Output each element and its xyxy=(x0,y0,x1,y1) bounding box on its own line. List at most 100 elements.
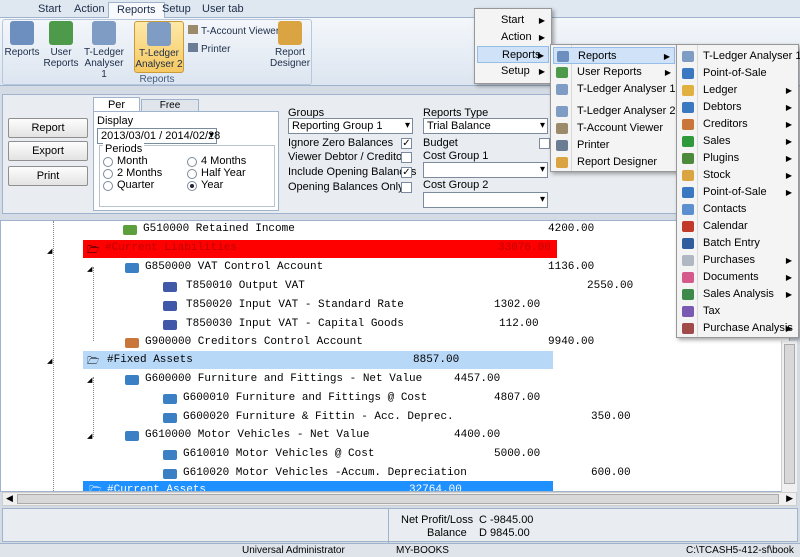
menu-item-stock[interactable]: Stock ▶ xyxy=(679,167,796,184)
scroll-thumb[interactable] xyxy=(17,494,779,504)
menu-item-designer[interactable]: Report Designer xyxy=(553,154,675,171)
printer-button[interactable]: Printer xyxy=(188,43,230,55)
group-node-icon xyxy=(163,469,177,479)
collapse-icon[interactable]: ◢ xyxy=(47,247,52,255)
report-row[interactable]: T850030 Input VAT - Capital Goods xyxy=(186,316,404,333)
menu-item-plugins[interactable]: Plugins ▶ xyxy=(679,150,796,167)
tab-start[interactable]: Start xyxy=(30,2,69,18)
radio-quarter[interactable] xyxy=(103,181,113,191)
radio-year[interactable] xyxy=(187,181,197,191)
tledger2-button[interactable]: T-Ledger Analyser 2 xyxy=(134,21,184,73)
menu-item-point-of-sale-2[interactable]: Point-of-Sale ▶ xyxy=(679,184,796,201)
menu-item-calendar[interactable]: Calendar xyxy=(679,218,796,235)
taccount-button[interactable]: T-Account Viewer xyxy=(188,25,279,37)
menu-item-documents[interactable]: Documents ▶ xyxy=(679,269,796,286)
groups-select[interactable]: Reporting Group 1 xyxy=(288,118,413,134)
menu-item-setup[interactable]: Setup ▶ xyxy=(477,63,549,80)
report-row[interactable]: #Current Liabilities xyxy=(105,240,237,257)
periods-label: Periods xyxy=(103,143,145,155)
cost-group1-select[interactable] xyxy=(423,162,548,178)
report-row[interactable]: T850020 Input VAT - Standard Rate xyxy=(186,297,404,314)
plugins-icon xyxy=(682,153,694,164)
report-row[interactable]: G610010 Motor Vehicles @ Cost xyxy=(183,446,374,463)
report-row[interactable]: G510000 Retained Income xyxy=(143,221,295,238)
tledger1-button[interactable]: T-Ledger Analyser 1 xyxy=(82,21,126,80)
radio-2months[interactable] xyxy=(103,169,113,179)
menu-item-ledger[interactable]: Ledger ▶ xyxy=(679,82,796,99)
vertical-scrollbar[interactable] xyxy=(781,341,797,493)
menu-item-purchases[interactable]: Purchases ▶ xyxy=(679,252,796,269)
menu-item-tledger1[interactable]: T-Ledger Analyser 1 xyxy=(679,48,800,65)
report-row[interactable]: G600020 Furniture & Fittin - Acc. Deprec… xyxy=(183,409,454,426)
radio-4months[interactable] xyxy=(187,157,197,167)
row-amount: 4200.00 xyxy=(548,223,595,235)
menu-item-sales-analysis[interactable]: Sales Analysis ▶ xyxy=(679,286,796,303)
menu-item-tledger2[interactable]: T-Ledger Analyser 2 xyxy=(553,103,675,120)
display-select[interactable]: 2013/03/01 / 2014/02/28 xyxy=(97,128,220,144)
report-row[interactable]: G600010 Furniture and Fittings @ Cost xyxy=(183,390,427,407)
report-row[interactable]: G600000 Furniture and Fittings - Net Val… xyxy=(145,371,422,388)
radio-month[interactable] xyxy=(103,157,113,167)
collapse-icon[interactable]: ◢ xyxy=(87,376,92,384)
report-designer-button[interactable]: Report Designer xyxy=(270,21,310,69)
report-row[interactable]: G850000 VAT Control Account xyxy=(145,259,323,276)
menu-item-action[interactable]: Action ▶ xyxy=(477,29,549,46)
horizontal-scrollbar[interactable]: ◀ ▶ xyxy=(2,492,797,506)
menu-item-printer[interactable]: Printer xyxy=(553,137,675,154)
collapse-icon[interactable]: ◢ xyxy=(87,265,92,273)
collapse-icon[interactable]: ◢ xyxy=(87,432,92,440)
debtors-icon xyxy=(682,102,694,113)
menu-item-creditors[interactable]: Creditors ▶ xyxy=(679,116,796,133)
menu-item-contacts[interactable]: Contacts xyxy=(679,201,796,218)
reports-type-select[interactable]: Trial Balance xyxy=(423,118,548,134)
menu-item-reports[interactable]: Reports ▶ xyxy=(553,47,675,64)
reports-button[interactable]: Reports xyxy=(4,21,40,58)
row-amount: 600.00 xyxy=(591,467,631,479)
tab-user[interactable]: User tab xyxy=(194,2,252,18)
scroll-left-icon[interactable]: ◀ xyxy=(6,493,13,504)
menu-item-user-reports[interactable]: User Reports ▶ xyxy=(553,64,675,81)
menu-item-start[interactable]: Start ▶ xyxy=(477,12,549,29)
tab-action[interactable]: Action xyxy=(66,2,113,18)
menu-item-purchase-analysis[interactable]: Purchase Analysis ▶ xyxy=(679,320,796,337)
report-row[interactable]: #Current Assets xyxy=(107,482,206,491)
report-row[interactable]: #Fixed Assets xyxy=(107,352,193,369)
group-node-icon xyxy=(125,263,139,273)
menu-item-point-of-sale[interactable]: Point-of-Sale xyxy=(679,65,796,82)
report-button[interactable]: Report xyxy=(8,118,88,138)
viewer-debtor-checkbox[interactable] xyxy=(401,152,412,163)
collapse-icon[interactable]: ◢ xyxy=(47,357,52,365)
scroll-right-icon[interactable]: ▶ xyxy=(786,493,793,504)
user-reports-button[interactable]: User Reports xyxy=(42,21,80,69)
report-row[interactable]: G610000 Motor Vehicles - Net Value xyxy=(145,427,369,444)
export-button[interactable]: Export xyxy=(8,141,88,161)
include-opening-checkbox[interactable]: ✓ xyxy=(401,167,412,178)
row-amount: 5000.00 xyxy=(494,448,541,460)
batch-entry-icon xyxy=(682,238,694,249)
ignore-zero-checkbox[interactable]: ✓ xyxy=(401,138,412,149)
report-row[interactable]: T850010 Output VAT xyxy=(186,278,305,295)
budget-checkbox[interactable] xyxy=(539,138,550,149)
print-button[interactable]: Print xyxy=(8,166,88,186)
report-view[interactable]: G510000 Retained Income 4200.00 🗁 #Curre… xyxy=(0,220,790,492)
submenu-arrow-icon: ▶ xyxy=(785,324,792,333)
report-row[interactable]: G900000 Creditors Control Account xyxy=(145,334,363,351)
menu-item-sales[interactable]: Sales ▶ xyxy=(679,133,796,150)
report-row[interactable]: G610020 Motor Vehicles -Accum. Depreciat… xyxy=(183,465,467,482)
menu-item-tax[interactable]: Tax xyxy=(679,303,796,320)
menu-item-taccount[interactable]: T-Account Viewer xyxy=(553,120,675,137)
radio-halfyear[interactable] xyxy=(187,169,197,179)
menu-item-batch-entry[interactable]: Batch Entry xyxy=(679,235,796,252)
contacts-icon xyxy=(682,204,694,215)
tab-per-period[interactable]: Per Period xyxy=(93,97,140,125)
cost-group2-select[interactable] xyxy=(423,192,548,208)
tab-setup[interactable]: Setup xyxy=(154,2,199,18)
folder-icon: 🗁 xyxy=(87,245,100,256)
menu-item-tledger1[interactable]: T-Ledger Analyser 1 xyxy=(553,81,675,98)
scroll-thumb[interactable] xyxy=(784,344,795,484)
printer-icon xyxy=(556,140,568,151)
menu-item-reports[interactable]: Reports ▶ xyxy=(477,46,549,63)
opening-only-checkbox[interactable] xyxy=(401,182,412,193)
reports-submenu: Reports ▶ User Reports ▶ T-Ledger Analyser… xyxy=(550,44,678,172)
menu-item-debtors[interactable]: Debtors ▶ xyxy=(679,99,796,116)
